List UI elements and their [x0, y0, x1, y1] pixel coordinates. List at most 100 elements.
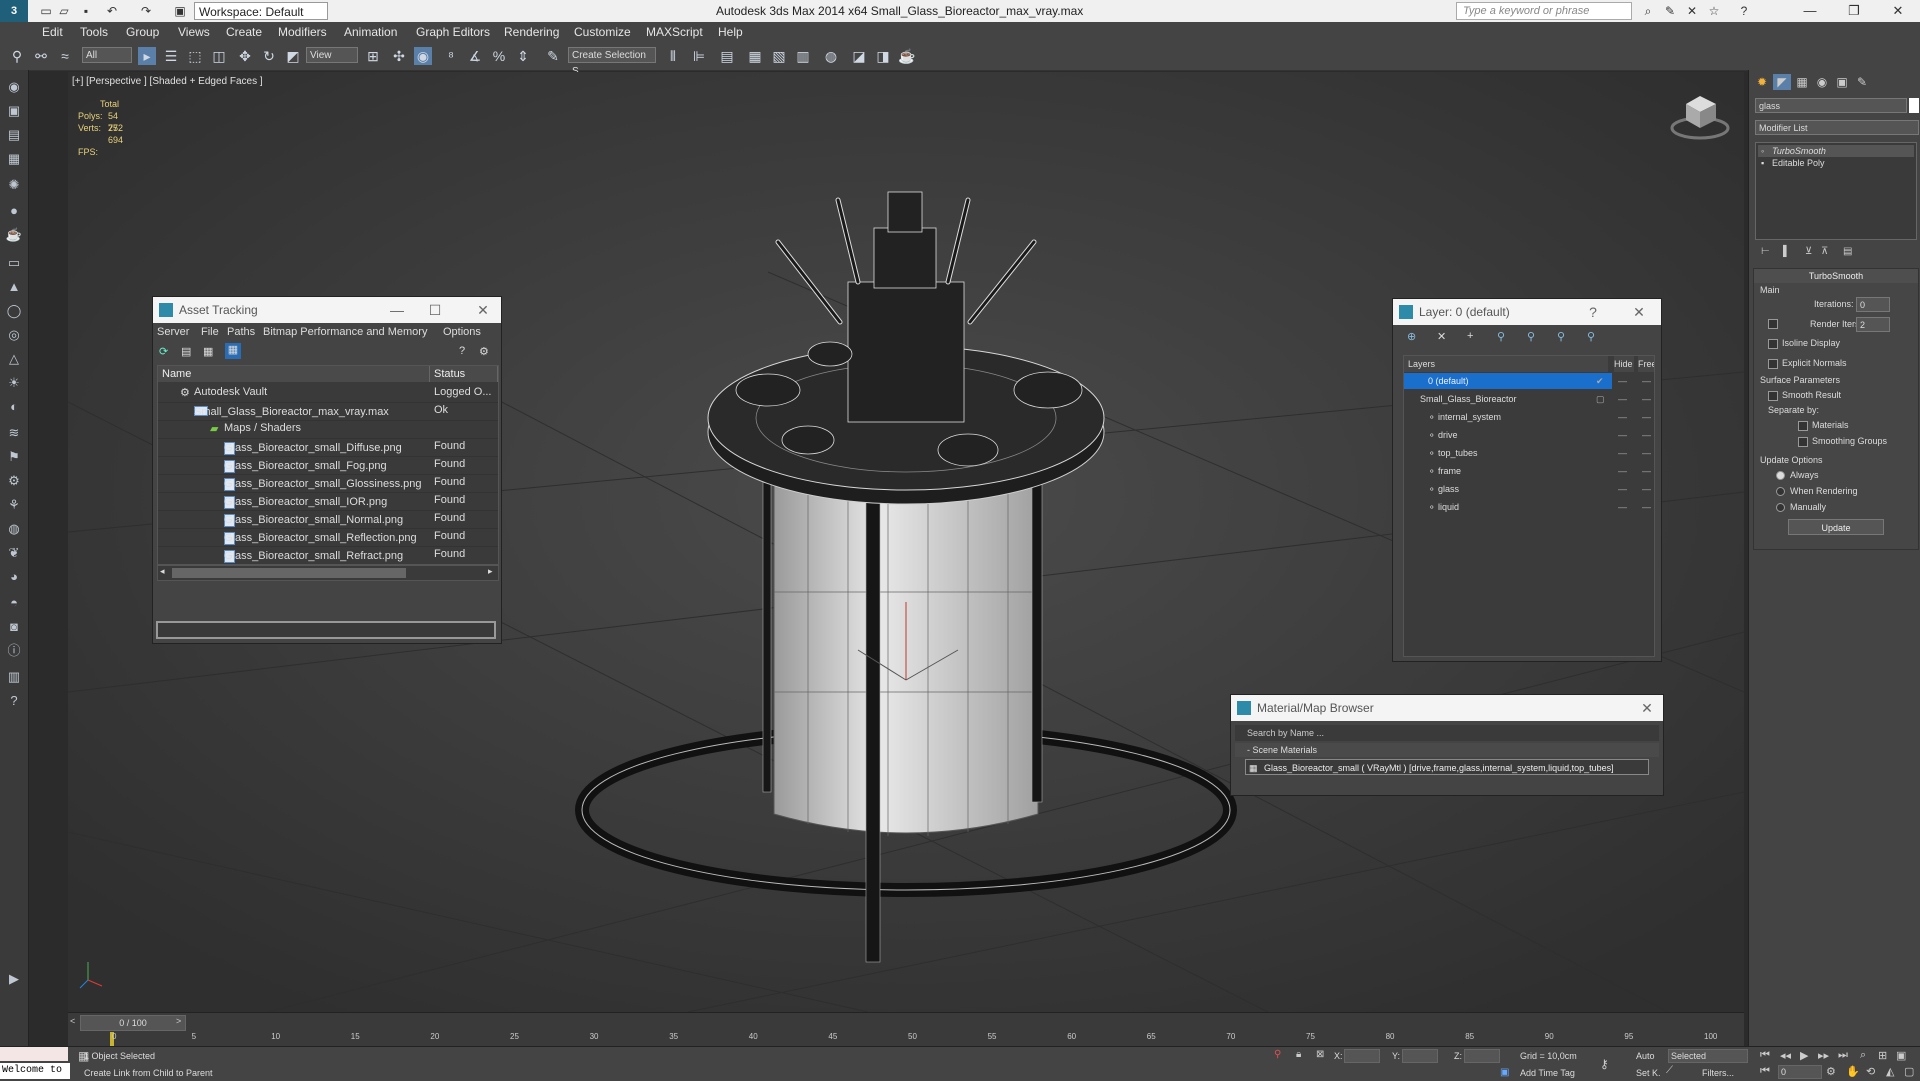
current-frame-field[interactable]: 0: [1778, 1065, 1822, 1079]
menu-maxscript[interactable]: MAXScript: [646, 25, 703, 39]
percent-snap-icon[interactable]: %: [490, 47, 508, 65]
layer-list[interactable]: Layers Hide Freez 0 (default) ✔ —— Small…: [1403, 355, 1655, 657]
layer-object-row[interactable]: ⚬ liquid — —: [1404, 498, 1654, 516]
maxscript-listener-mini[interactable]: [0, 1047, 68, 1061]
select-object-icon[interactable]: ▸: [138, 47, 156, 65]
open-file-icon[interactable]: ▱: [56, 3, 72, 19]
menu-rendering[interactable]: Rendering: [504, 25, 559, 39]
scene-materials-group[interactable]: - Scene Materials: [1235, 743, 1659, 757]
remove-modifier-icon[interactable]: ⊼: [1821, 246, 1828, 257]
lock-icon[interactable]: 🔒︎: [1296, 1049, 1301, 1060]
layer-row[interactable]: Small_Glass_Bioreactor ▢ — —: [1404, 390, 1654, 408]
column-name-header[interactable]: Name: [158, 366, 430, 382]
maximize-icon[interactable]: ☐: [421, 297, 449, 323]
geosphere-icon[interactable]: ◐: [5, 398, 23, 416]
spinner-snap-icon[interactable]: ⇕: [514, 47, 532, 65]
unlink-icon[interactable]: ⚯: [32, 47, 50, 65]
menu-tools[interactable]: Tools: [80, 25, 108, 39]
sun-icon[interactable]: ☀: [5, 374, 23, 392]
play-icon[interactable]: ▶: [1800, 1049, 1808, 1062]
menu-create[interactable]: Create: [226, 25, 262, 39]
material-item[interactable]: ▦ Glass_Bioreactor_small ( VRayMtl ) [dr…: [1245, 759, 1649, 775]
layers-column-header[interactable]: Layers: [1404, 356, 1608, 372]
go-to-end-icon[interactable]: ⏭: [1838, 1049, 1848, 1062]
window-crossing-icon[interactable]: ◫: [210, 47, 228, 65]
modifier-list-dropdown[interactable]: Modifier List: [1755, 120, 1919, 135]
layer-dialog-titlebar[interactable]: Layer: 0 (default) ? ✕: [1393, 299, 1661, 325]
render-iters-checkbox[interactable]: [1768, 319, 1778, 329]
column-status-header[interactable]: Status: [430, 366, 498, 382]
tube-icon[interactable]: ◎: [5, 326, 23, 344]
app-logo[interactable]: 3: [0, 0, 28, 22]
x-coordinate-field[interactable]: [1344, 1049, 1380, 1063]
favorites-icon[interactable]: ☆: [1706, 3, 1722, 19]
select-link-icon[interactable]: ⚲: [8, 47, 26, 65]
display-tab-icon[interactable]: ▣: [1833, 74, 1851, 90]
scale-icon[interactable]: ◩: [284, 47, 302, 65]
info-icon[interactable]: ⓘ: [5, 642, 23, 660]
layer-row-default[interactable]: 0 (default) ✔ — —: [1404, 372, 1654, 390]
when-rendering-radio[interactable]: [1776, 487, 1785, 496]
new-file-icon[interactable]: ▭: [38, 3, 54, 19]
set-key-button[interactable]: Set K.: [1636, 1068, 1661, 1078]
asset-path-input[interactable]: [156, 621, 496, 639]
slider-next-icon[interactable]: >: [176, 1016, 181, 1026]
table-row[interactable]: Small_Glass_Bioreactor_max_vray.max Ok: [158, 402, 498, 421]
close-icon[interactable]: ✕: [1633, 695, 1661, 721]
minimize-icon[interactable]: —: [383, 297, 411, 323]
help-search-input[interactable]: Type a keyword or phrase: [1456, 2, 1632, 20]
hide-all-icon[interactable]: ⚲: [1557, 330, 1565, 343]
pan-icon[interactable]: ✋: [1846, 1065, 1860, 1078]
spacewarp-icon[interactable]: ⚙: [5, 472, 23, 490]
isoline-checkbox[interactable]: [1768, 339, 1778, 349]
hierarchy-tab-icon[interactable]: ▦: [1793, 74, 1811, 90]
track-bar[interactable]: 0 5 10 15 20 25 30 35 40 45 50 55 60 65 70 75 80 85 90 95 10…: [68, 1032, 1744, 1046]
save-icon[interactable]: ▪: [78, 3, 94, 19]
close-icon[interactable]: ✕: [1625, 299, 1653, 325]
light-icon[interactable]: ✺: [5, 176, 23, 194]
project-folder-icon[interactable]: ▣: [172, 3, 188, 19]
maximize-viewport-icon[interactable]: ▢: [1904, 1065, 1914, 1078]
delete-layer-icon[interactable]: ✕: [1437, 330, 1446, 343]
zoom-all-icon[interactable]: ⊞: [1878, 1049, 1887, 1062]
select-objects-icon[interactable]: ⚲: [1497, 330, 1505, 343]
time-tag-icon[interactable]: ▣: [1500, 1067, 1509, 1078]
modifier-stack[interactable]: ◦ TurboSmooth ▪ Editable Poly: [1755, 142, 1917, 240]
menu-graph-editors[interactable]: Graph Editors: [416, 25, 490, 39]
update-button[interactable]: Update: [1788, 519, 1884, 535]
sphere-icon[interactable]: ●: [5, 202, 23, 220]
menu-modifiers[interactable]: Modifiers: [278, 25, 327, 39]
plane-icon[interactable]: ▭: [5, 254, 23, 272]
create-tab-icon[interactable]: ✹: [1753, 74, 1771, 90]
zoom-icon[interactable]: ⌕: [1860, 1049, 1866, 1062]
slider-prev-icon[interactable]: <: [70, 1016, 75, 1026]
table-row[interactable]: Glass_Bioreactor_small_Normal.png Found: [158, 510, 498, 529]
horizontal-scrollbar[interactable]: ◂ ▸: [157, 565, 499, 581]
auto-key-button[interactable]: Auto: [1636, 1051, 1655, 1061]
modify-tab-icon[interactable]: ◤: [1773, 74, 1791, 90]
table-row[interactable]: ▰ Maps / Shaders: [158, 420, 498, 439]
layer-object-row[interactable]: ⚬ drive — —: [1404, 426, 1654, 444]
asset-table[interactable]: Name Status ⚙ Autodesk Vault Logged O...…: [157, 365, 499, 565]
snaps-toggle-icon[interactable]: ⁸: [442, 47, 460, 65]
menu-views[interactable]: Views: [178, 25, 210, 39]
time-slider-thumb[interactable]: 0 / 100: [80, 1015, 186, 1031]
orbit-icon[interactable]: ⟲: [1866, 1065, 1875, 1078]
table-row[interactable]: Glass_Bioreactor_small_Reflection.png Fo…: [158, 528, 498, 547]
go-to-start-icon[interactable]: ⏮: [1760, 1049, 1770, 1062]
maxscript-input[interactable]: Welcome to: [0, 1063, 70, 1079]
box-icon[interactable]: ▣: [5, 102, 23, 120]
expand-icon[interactable]: ▪: [1761, 157, 1764, 169]
undo-icon[interactable]: ↶: [104, 3, 120, 19]
pin-stack-icon[interactable]: ⊢: [1761, 246, 1770, 257]
workspace-dropdown[interactable]: Workspace: Default: [194, 2, 328, 20]
turbosmooth-rollout-title[interactable]: TurboSmooth: [1754, 269, 1918, 283]
configure-sets-icon[interactable]: ▤: [1843, 246, 1852, 257]
key-filters-button[interactable]: Filters...: [1702, 1068, 1734, 1078]
menu-help[interactable]: Help: [718, 25, 743, 39]
asset-menu-options[interactable]: Options: [443, 326, 481, 338]
selection-filter-dropdown[interactable]: All: [82, 47, 132, 63]
table-row[interactable]: Glass_Bioreactor_small_Glossiness.png Fo…: [158, 474, 498, 493]
current-layer-check-icon[interactable]: ✔: [1596, 372, 1604, 390]
menu-group[interactable]: Group: [126, 25, 159, 39]
